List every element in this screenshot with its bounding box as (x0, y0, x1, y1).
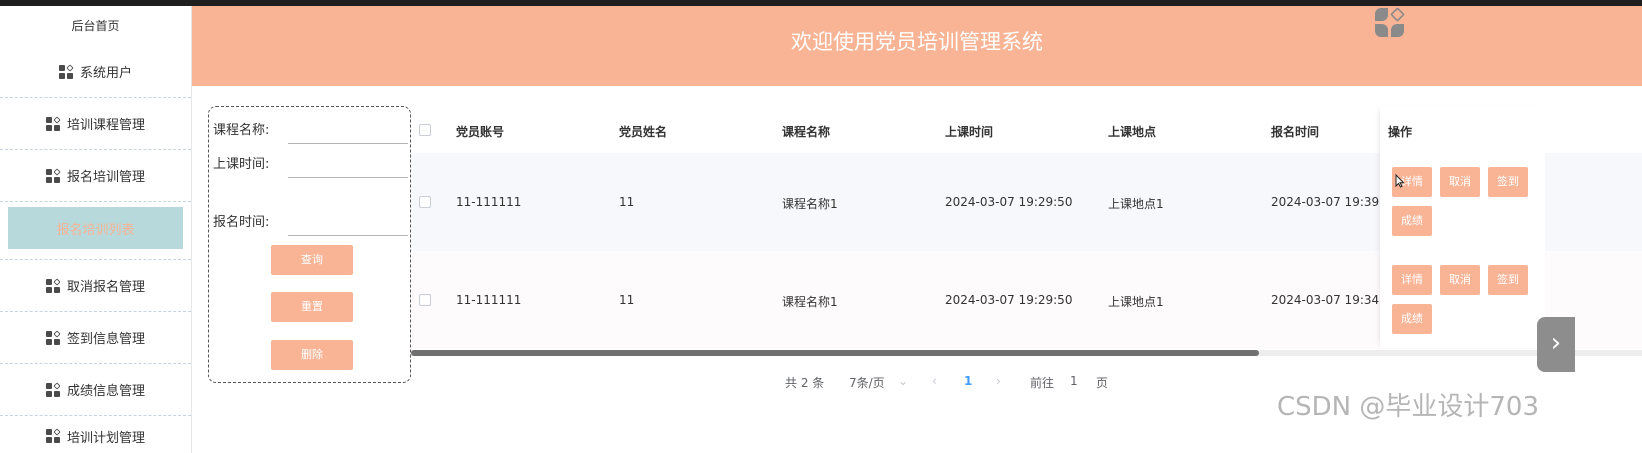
column-header: 党员账号 (456, 125, 505, 139)
cell-account: 11-111111 (456, 195, 522, 209)
column-header: 上课地点 (1108, 125, 1157, 139)
sidebar-item-label: 成绩信息管理 (66, 384, 145, 399)
sidebar-item-course-management[interactable]: 培训课程管理 (0, 98, 191, 150)
column-header: 操作 (1388, 125, 1413, 139)
cell-signup-time: 2024-03-07 19:34:0 (1271, 293, 1391, 307)
detail-button[interactable]: 详情 (1392, 265, 1432, 295)
query-button[interactable]: 查询 (271, 245, 353, 275)
watermark: CSDN @毕业设计703 (1277, 392, 1540, 422)
sidebar-item-score-management[interactable]: 成绩信息管理 (0, 364, 191, 416)
row-checkbox[interactable] (419, 294, 431, 306)
select-all-checkbox[interactable] (419, 124, 431, 136)
header: 欢迎使用党员培训管理系统 (192, 6, 1642, 86)
operations-column: 操作 详情 取消 签到 成绩 详情 取消 签到 成绩 (1380, 106, 1545, 348)
checkin-button[interactable]: 签到 (1488, 265, 1528, 295)
grid-icon (58, 63, 74, 79)
column-header: 报名时间 (1271, 125, 1320, 139)
course-name-field: 课程名称: (213, 119, 408, 144)
sidebar-item-signup-management[interactable]: 报名培训管理 (0, 150, 191, 202)
sidebar-item-label: 取消报名管理 (66, 280, 145, 295)
reset-button[interactable]: 重置 (271, 292, 353, 322)
sidebar: 后台首页 系统用户 培训课程管理 报名培训管理 报名培训列表 取消报名管理 签到… (0, 6, 192, 453)
delete-button[interactable]: 删除 (271, 340, 353, 370)
chevron-right-icon[interactable]: › (1537, 317, 1575, 372)
score-button[interactable]: 成绩 (1392, 206, 1432, 236)
score-button[interactable]: 成绩 (1392, 304, 1432, 334)
cell-course: 课程名称1 (782, 295, 838, 309)
sidebar-item-label: 培训课程管理 (66, 118, 145, 133)
cancel-button[interactable]: 取消 (1440, 167, 1480, 197)
class-time-field: 上课时间: (213, 153, 408, 178)
class-time-input[interactable] (288, 177, 408, 178)
cell-course: 课程名称1 (782, 197, 838, 211)
row-checkbox[interactable] (419, 196, 431, 208)
signup-time-input[interactable] (288, 235, 408, 236)
cell-location: 上课地点1 (1108, 295, 1164, 309)
grid-icon (45, 329, 61, 345)
grid-icon (45, 277, 61, 293)
column-header: 课程名称 (782, 125, 831, 139)
avatar[interactable] (1375, 7, 1405, 38)
course-name-input[interactable] (288, 143, 408, 144)
goto-label: 前往 (1030, 376, 1055, 390)
sidebar-item-cancel-management[interactable]: 取消报名管理 (0, 260, 191, 312)
sidebar-item-system-users[interactable]: 系统用户 (0, 46, 191, 98)
main-content: 课程名称: 上课时间: 报名时间: 查询 重置 删除 党员账号 党员姓名 课程名… (192, 86, 1642, 453)
cell-class-time: 2024-03-07 19:29:50 (945, 195, 1073, 209)
goto-input[interactable]: 1 (1070, 374, 1078, 388)
search-panel: 课程名称: 上课时间: 报名时间: 查询 重置 删除 (208, 106, 411, 383)
sidebar-item-label: 签到信息管理 (66, 332, 145, 347)
next-page-icon[interactable]: › (996, 374, 1001, 388)
column-header: 党员姓名 (619, 125, 668, 139)
page-suffix: 页 (1096, 376, 1109, 390)
page-number[interactable]: 1 (964, 374, 972, 388)
page-title: 欢迎使用党员培训管理系统 (791, 30, 1043, 54)
prev-page-icon[interactable]: ‹ (932, 374, 937, 388)
column-header: 上课时间 (945, 125, 994, 139)
course-name-label: 课程名称: (213, 123, 270, 138)
pagination-total: 共 2 条 (785, 376, 825, 390)
sidebar-item-plan-management[interactable]: 培训计划管理 (0, 416, 191, 453)
checkin-button[interactable]: 签到 (1488, 167, 1528, 197)
class-time-label: 上课时间: (213, 157, 270, 172)
cell-signup-time: 2024-03-07 19:39:0 (1271, 195, 1391, 209)
cell-name: 11 (619, 293, 635, 307)
grid-icon (45, 115, 61, 131)
cell-account: 11-111111 (456, 293, 522, 307)
cell-location: 上课地点1 (1108, 197, 1164, 211)
sidebar-submenu: 报名培训列表 (0, 202, 191, 260)
page-size-select[interactable]: 7条/页 (849, 374, 885, 391)
horizontal-scrollbar-thumb[interactable] (411, 350, 1259, 356)
sidebar-item-checkin-management[interactable]: 签到信息管理 (0, 312, 191, 364)
pointer-icon (1395, 174, 1405, 188)
cell-name: 11 (619, 195, 635, 209)
sidebar-item-home[interactable]: 后台首页 (0, 6, 191, 46)
cell-class-time: 2024-03-07 19:29:50 (945, 293, 1073, 307)
grid-icon (45, 167, 61, 183)
sidebar-item-label: 报名培训管理 (66, 170, 145, 185)
signup-time-field: 报名时间: (213, 211, 408, 236)
sidebar-item-label: 系统用户 (79, 66, 132, 81)
signup-time-label: 报名时间: (213, 215, 270, 230)
cancel-button[interactable]: 取消 (1440, 265, 1480, 295)
sidebar-item-label: 培训计划管理 (66, 430, 145, 446)
sidebar-item-signup-list[interactable]: 报名培训列表 (8, 207, 183, 249)
grid-icon (45, 381, 61, 397)
grid-icon (45, 428, 61, 443)
chevron-down-icon[interactable]: ⌄ (898, 374, 908, 388)
